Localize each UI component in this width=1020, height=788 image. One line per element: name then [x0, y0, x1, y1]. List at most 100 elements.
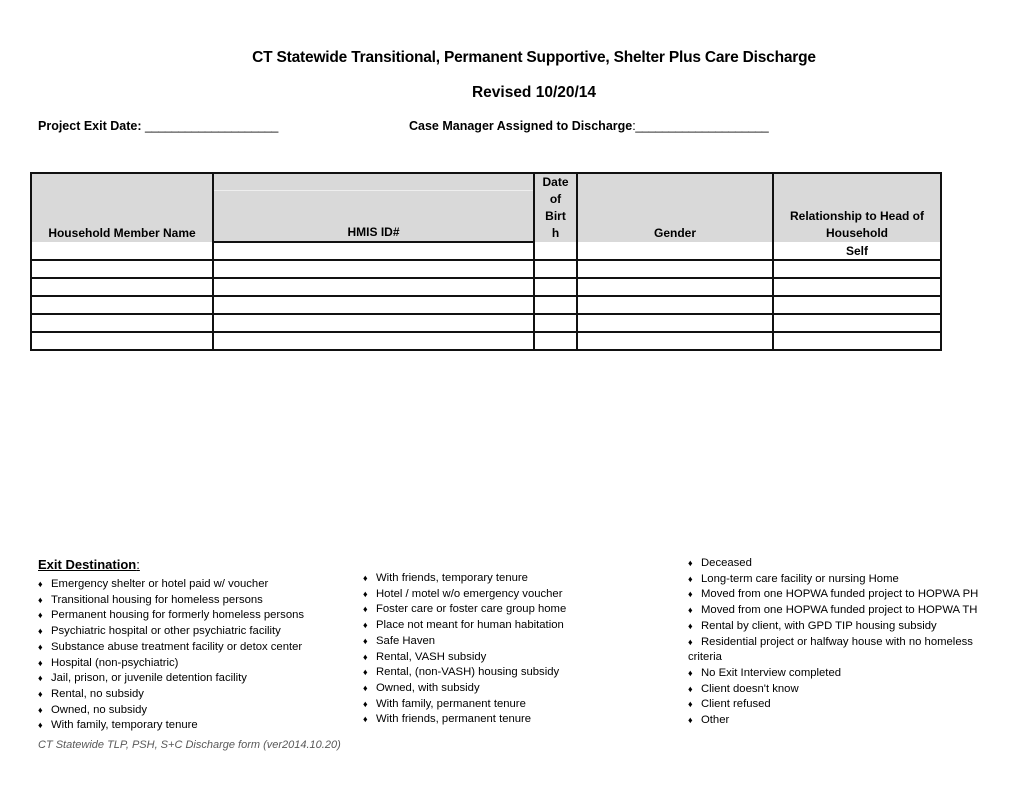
gender-cell[interactable] [576, 242, 774, 261]
exit-destination-option[interactable]: ♦ Rental, VASH subsidy [363, 650, 566, 666]
diamond-bullet-icon: ♦ [38, 626, 43, 637]
diamond-bullet-icon: ♦ [38, 673, 43, 684]
exit-destination-option[interactable]: criteria [688, 650, 978, 666]
exit-destination-option[interactable]: ♦ Safe Haven [363, 634, 566, 650]
diamond-bullet-icon: ♦ [38, 594, 43, 605]
header-relationship: Relationship to Head of Household [772, 172, 942, 242]
exit-destination-option[interactable]: ♦ Client doesn't know [688, 682, 978, 698]
exit-destination-label: Rental, no subsidy [51, 687, 144, 700]
exit-destination-option[interactable]: ♦ Moved from one HOPWA funded project to … [688, 587, 978, 603]
hmis-id-cell[interactable] [212, 331, 535, 351]
dob-cell[interactable] [533, 313, 578, 333]
exit-destination-option[interactable]: ♦ Rental, no subsidy [38, 687, 304, 703]
table-row: Self [30, 241, 942, 261]
name-cell[interactable] [30, 242, 214, 261]
gender-cell[interactable] [576, 277, 774, 297]
hmis-id-cell[interactable] [212, 295, 535, 315]
relationship-cell[interactable]: Self [772, 242, 942, 261]
exit-destination-option[interactable]: ♦ Residential project or halfway house wi… [688, 635, 978, 651]
exit-destination-label: No Exit Interview completed [701, 666, 842, 679]
gender-cell[interactable] [576, 295, 774, 315]
gender-cell[interactable] [576, 259, 774, 279]
name-cell[interactable] [30, 313, 214, 333]
exit-destination-option[interactable]: ♦ With family, permanent tenure [363, 697, 566, 713]
project-exit-date-label: Project Exit Date: [38, 119, 142, 133]
exit-destination-option[interactable]: ♦ Moved from one HOPWA funded project to … [688, 603, 978, 619]
relationship-cell[interactable] [772, 313, 942, 333]
dob-cell[interactable] [533, 277, 578, 297]
name-cell[interactable] [30, 331, 214, 351]
exit-destination-colon: : [136, 557, 140, 572]
exit-destination-label: Client doesn't know [701, 682, 799, 695]
exit-destination-label: Place not meant for human habitation [376, 619, 564, 632]
revision-date: Revised 10/20/14 [471, 84, 597, 101]
table-row [30, 313, 942, 333]
household-members-table: Household Member Name HMIS ID# Date of B… [30, 172, 942, 351]
exit-destination-label: Rental by client, with GPD TIP housing s… [701, 619, 937, 632]
exit-destination-option[interactable]: ♦ Other [688, 713, 978, 729]
form-version-footer: CT Statewide TLP, PSH, S+C Discharge for… [38, 739, 341, 751]
relationship-cell[interactable] [772, 295, 942, 315]
exit-destination-option[interactable]: ♦ Long-term care facility or nursing Home [688, 572, 978, 588]
exit-destination-label: Emergency shelter or hotel paid w/ vouch… [51, 578, 269, 590]
gender-cell[interactable] [576, 331, 774, 351]
relationship-cell[interactable] [772, 277, 942, 297]
exit-destination-option[interactable]: ♦ Substance abuse treatment facility or d… [38, 640, 304, 656]
project-exit-date-blank[interactable]: ____________________ [145, 119, 278, 133]
exit-destination-option[interactable]: ♦ With friends, permanent tenure [363, 712, 566, 728]
diamond-bullet-icon: ♦ [688, 605, 693, 616]
relationship-line: Household [826, 226, 888, 240]
exit-destination-label: With family, permanent tenure [376, 697, 526, 710]
table-row [30, 277, 942, 297]
relationship-cell[interactable] [772, 331, 942, 351]
exit-destination-option[interactable]: ♦ Hospital (non-psychiatric) [38, 656, 304, 672]
diamond-bullet-icon: ♦ [38, 704, 43, 715]
diamond-bullet-icon: ♦ [363, 698, 368, 709]
exit-destination-label: Foster care or foster care group home [376, 603, 567, 616]
exit-destination-option[interactable]: ♦ Owned, with subsidy [363, 681, 566, 697]
case-manager-blank[interactable]: ____________________ [635, 119, 768, 133]
exit-destination-list-right: ♦ Deceased ♦ Long-term care facility or nur… [688, 556, 978, 729]
exit-destination-list-middle: ♦ With friends, temporary tenure ♦ Hotel / … [363, 571, 566, 728]
dob-cell[interactable] [533, 242, 578, 261]
name-cell[interactable] [30, 277, 214, 297]
diamond-bullet-icon: ♦ [363, 588, 368, 599]
exit-destination-option[interactable]: ♦ With friends, temporary tenure [363, 571, 566, 587]
diamond-bullet-icon: ♦ [688, 683, 693, 694]
exit-destination-title: Exit Destination: [38, 557, 140, 572]
exit-destination-option[interactable]: ♦ Permanent housing for formerly homeless… [38, 608, 304, 624]
diamond-bullet-icon: ♦ [363, 682, 368, 693]
hmis-id-cell[interactable] [212, 259, 535, 279]
exit-destination-option[interactable]: ♦ Hotel / motel w/o emergency voucher [363, 587, 566, 603]
exit-destination-option[interactable]: ♦ Rental, (non-VASH) housing subsidy [363, 665, 566, 681]
relationship-cell[interactable] [772, 259, 942, 279]
exit-destination-label: Transitional housing for homeless person… [51, 593, 263, 606]
exit-destination-option[interactable]: ♦ Rental by client, with GPD TIP housing … [688, 619, 978, 635]
exit-destination-title-text: Exit Destination [38, 557, 137, 572]
exit-destination-label: Jail, prison, or juvenile detention faci… [51, 672, 247, 685]
exit-destination-label: With friends, permanent tenure [376, 713, 532, 726]
gender-cell[interactable] [576, 313, 774, 333]
hmis-id-cell[interactable] [212, 313, 535, 333]
header-gender: Gender [576, 172, 774, 242]
dob-cell[interactable] [533, 259, 578, 279]
exit-destination-option[interactable]: ♦ Client refused [688, 697, 978, 713]
exit-destination-option[interactable]: ♦ Place not meant for human habitation [363, 618, 566, 634]
exit-destination-option[interactable]: ♦ Owned, no subsidy [38, 703, 304, 719]
exit-destination-option[interactable]: ♦ Jail, prison, or juvenile detention fac… [38, 671, 304, 687]
name-cell[interactable] [30, 295, 214, 315]
name-cell[interactable] [30, 259, 214, 279]
diamond-bullet-icon: ♦ [688, 558, 693, 568]
exit-destination-option[interactable]: ♦ Transitional housing for homeless perso… [38, 593, 304, 609]
hmis-id-cell[interactable] [212, 241, 535, 261]
exit-destination-option[interactable]: ♦ Foster care or foster care group home [363, 602, 566, 618]
hmis-id-cell[interactable] [212, 277, 535, 297]
exit-destination-option[interactable]: ♦ Psychiatric hospital or other psychiatr… [38, 624, 304, 640]
exit-destination-label: With friends, temporary tenure [376, 572, 528, 584]
exit-destination-option[interactable]: ♦ Deceased [688, 556, 978, 572]
exit-destination-option[interactable]: ♦ With family, temporary tenure [38, 718, 304, 734]
dob-cell[interactable] [533, 295, 578, 315]
dob-cell[interactable] [533, 331, 578, 351]
exit-destination-option[interactable]: ♦ No Exit Interview completed [688, 666, 978, 682]
exit-destination-option[interactable]: ♦ Emergency shelter or hotel paid w/ vouc… [38, 577, 304, 593]
